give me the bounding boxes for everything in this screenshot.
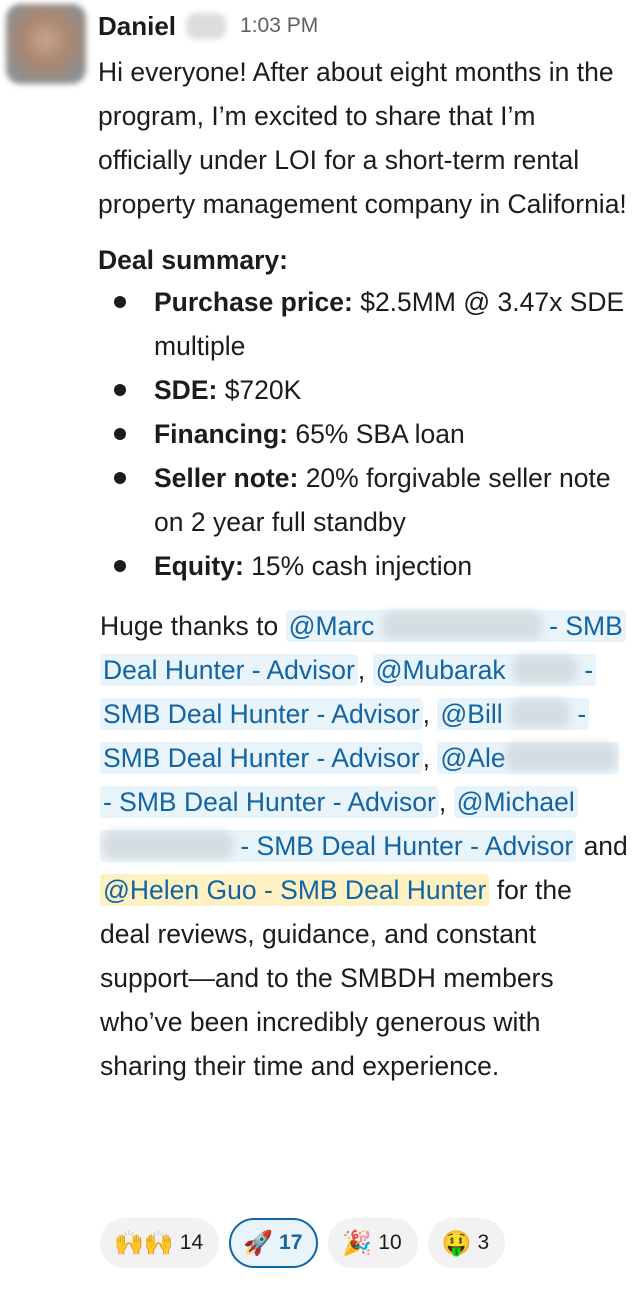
deal-item-value: 15% cash injection	[243, 551, 473, 581]
reaction-count: 3	[477, 1231, 490, 1254]
avatar[interactable]	[6, 4, 86, 84]
timestamp[interactable]: 1:03 PM	[240, 14, 318, 38]
bullet-icon	[114, 296, 126, 308]
redacted-name	[381, 611, 542, 639]
redacted-name	[510, 699, 571, 727]
reaction-count: 17	[279, 1231, 303, 1254]
list-item: SDE: $720K	[98, 368, 628, 412]
redacted-last-name	[186, 13, 227, 39]
list-item: Purchase price: $2.5MM @ 3.47x SDE multi…	[98, 280, 628, 368]
deal-item-value: $720K	[217, 375, 302, 405]
reaction-money-mouth-face[interactable]: 🤑 3	[427, 1218, 506, 1268]
deal-item-label: Purchase price:	[154, 287, 353, 317]
redacted-name	[512, 655, 577, 683]
raised-hands-icon: 🙌🙌	[114, 1229, 174, 1257]
reaction-count: 14	[179, 1231, 204, 1254]
party-popper-icon: 🎉	[342, 1229, 373, 1257]
deal-item-label: Financing:	[154, 419, 288, 449]
redacted-name	[505, 743, 616, 771]
rocket-icon: 🚀	[243, 1229, 274, 1257]
redacted-name	[103, 831, 233, 859]
intro-text: Hi everyone! After about eight months in…	[98, 57, 627, 219]
deal-item-value: 65% SBA loan	[287, 419, 465, 449]
reaction-count: 10	[378, 1231, 402, 1254]
mention-helen[interactable]: @Helen Guo - SMB Deal Hunter	[100, 874, 490, 906]
deal-summary-title: Deal summary:	[98, 245, 289, 275]
reaction-party-popper[interactable]: 🎉 10	[328, 1218, 418, 1268]
message-header: Daniel 1:03 PM	[98, 8, 318, 44]
reaction-rocket[interactable]: 🚀 17	[229, 1218, 319, 1268]
bullet-icon	[114, 472, 126, 484]
list-item: Financing: 65% SBA loan	[98, 412, 628, 456]
thanks-prefix: Huge thanks to	[100, 611, 286, 641]
deal-item-label: Equity:	[154, 551, 244, 581]
list-item: Equity: 15% cash injection	[98, 544, 628, 588]
reaction-raised-hands[interactable]: 🙌🙌 14	[100, 1218, 220, 1268]
sender-name[interactable]: Daniel	[98, 11, 176, 42]
list-item: Seller note: 20% forgivable seller note …	[98, 456, 628, 544]
thanks-paragraph: Huge thanks to @Marc - SMB Deal Hunter -…	[100, 610, 628, 1081]
deal-item-label: SDE:	[154, 375, 218, 405]
reactions-bar: 🙌🙌 14 🚀 17 🎉 10 🤑 3	[100, 1218, 506, 1268]
message-body: Hi everyone! After about eight months in…	[98, 50, 628, 1088]
deal-summary-list: Purchase price: $2.5MM @ 3.47x SDE multi…	[98, 280, 628, 588]
bullet-icon	[114, 560, 126, 572]
bullet-icon	[114, 428, 126, 440]
deal-item-label: Seller note:	[154, 463, 299, 493]
bullet-icon	[114, 384, 126, 396]
money-mouth-face-icon: 🤑	[441, 1229, 472, 1257]
